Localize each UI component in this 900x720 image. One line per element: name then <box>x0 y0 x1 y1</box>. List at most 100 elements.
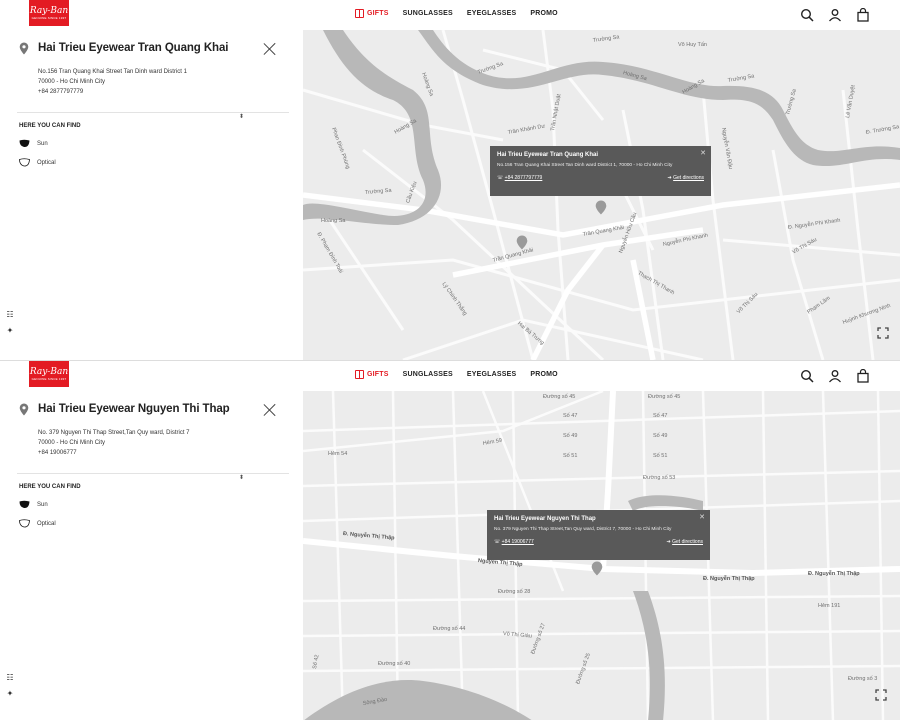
store-marker[interactable] <box>595 200 607 215</box>
rayban-logo[interactable]: Ray-Ban GENUINE SINCE 1937 <box>29 361 69 387</box>
street-label: Số 47 <box>563 413 578 419</box>
street-label: Số 47 <box>653 413 668 419</box>
street-label: Đường số 44 <box>433 626 466 632</box>
account-icon[interactable] <box>828 8 842 22</box>
popup-address: No.156 Tran Quang Khai Street Tan Dinh w… <box>497 163 673 168</box>
nav-item-promo[interactable]: PROMO <box>530 371 557 378</box>
popup-actions: ☏ +84 2877797779 ➔ Get directions <box>497 175 704 181</box>
rayban-logo[interactable]: Ray-Ban GENUINE SINCE 1937 <box>29 0 69 26</box>
map-view[interactable]: Trường Sa Trường Sa Trường Sa Hoàng Sa H… <box>303 30 900 360</box>
fullscreen-icon[interactable] <box>877 327 889 339</box>
street-label: Đ. Nguyễn Thị Thập <box>703 576 755 582</box>
popup-phone: +84 19006777 <box>501 539 534 545</box>
sunglasses-lens-icon <box>19 500 30 509</box>
get-directions-link[interactable]: ➔ Get directions <box>668 175 704 181</box>
street-label: Đường số 28 <box>498 589 531 595</box>
optical-lens-icon <box>19 519 30 528</box>
sparkle-icon[interactable]: ✦ <box>5 689 15 699</box>
category-sun: Sun <box>19 500 48 509</box>
popup-title: Hai Trieu Eyewear Tran Quang Khai <box>497 152 599 158</box>
side-tools: ☷ ✦ <box>5 310 17 336</box>
divider <box>17 473 289 474</box>
header-icons <box>800 8 870 22</box>
street-label: Đường số 3 <box>848 676 878 682</box>
store-info-popup: ✕ Hai Trieu Eyewear Tran Quang Khai No.1… <box>490 146 711 196</box>
main-nav: GIFTS SUNGLASSES EYEGLASSES PROMO <box>355 370 558 379</box>
location-pin-icon <box>19 403 29 416</box>
nav-item-gifts[interactable]: GIFTS <box>355 370 389 379</box>
account-icon[interactable] <box>828 369 842 383</box>
close-icon[interactable] <box>263 42 276 55</box>
street-label: Số 51 <box>563 453 578 459</box>
location-pin-icon <box>19 42 29 55</box>
street-label: Số 49 <box>653 433 668 439</box>
nav-item-eyeglasses[interactable]: EYEGLASSES <box>467 371 516 378</box>
category-label: Optical <box>37 520 56 527</box>
gift-icon <box>355 9 364 18</box>
popup-phone-link[interactable]: ☏ +84 19006777 <box>494 539 534 545</box>
divider <box>17 112 289 113</box>
sparkle-icon[interactable]: ✦ <box>5 326 15 336</box>
street-label: Số 51 <box>653 453 668 459</box>
store-marker[interactable] <box>591 561 603 576</box>
map-view[interactable]: Đường số 45 Đường số 45 Số 47 Số 47 Số 4… <box>303 391 900 720</box>
filter-icon[interactable]: ☷ <box>5 310 15 320</box>
main-nav: GIFTS SUNGLASSES EYEGLASSES PROMO <box>355 9 558 18</box>
street-label: Đ. Nguyễn Thị Thập <box>808 571 860 577</box>
nav-item-eyeglasses[interactable]: EYEGLASSES <box>467 10 516 17</box>
popup-close-icon[interactable]: ✕ <box>699 513 705 521</box>
site-header: Ray-Ban GENUINE SINCE 1937 GIFTS SUNGLAS… <box>0 0 900 30</box>
category-label: Sun <box>37 140 48 147</box>
street-label: Hẻm 191 <box>818 603 841 609</box>
resize-handle-icon[interactable]: ⬍ <box>239 474 244 481</box>
store-title: Hai Trieu Eyewear Nguyen Thi Thap <box>38 403 230 415</box>
street-label: Đường số 53 <box>643 475 676 481</box>
optical-lens-icon <box>19 158 30 167</box>
address-city: 70000 - Ho Chi Minh City <box>38 440 106 446</box>
nav-item-sunglasses[interactable]: SUNGLASSES <box>403 371 453 378</box>
address-city: 70000 - Ho Chi Minh City <box>38 79 106 85</box>
popup-actions: ☏ +84 19006777 ➔ Get directions <box>494 539 703 545</box>
popup-close-icon[interactable]: ✕ <box>700 149 706 157</box>
store-locator-screen-2: Ray-Ban GENUINE SINCE 1937 GIFTS SUNGLAS… <box>0 360 900 720</box>
get-directions-link[interactable]: ➔ Get directions <box>667 539 703 545</box>
header-icons <box>800 369 870 383</box>
brand-tagline: GENUINE SINCE 1937 <box>31 376 67 381</box>
side-tools: ☷ ✦ <box>5 673 17 699</box>
street-label: Số 49 <box>563 433 578 439</box>
resize-handle-icon[interactable]: ⬍ <box>239 113 244 120</box>
search-icon[interactable] <box>800 369 814 383</box>
address-line: No. 379 Nguyen Thi Thap Street,Tan Quy w… <box>38 430 190 436</box>
nav-label-gifts: GIFTS <box>367 10 389 17</box>
search-icon[interactable] <box>800 8 814 22</box>
shopping-bag-icon[interactable] <box>856 369 870 383</box>
sunglasses-lens-icon <box>19 139 30 148</box>
here-you-can-find-heading: HERE YOU CAN FIND <box>19 123 81 129</box>
nav-item-gifts[interactable]: GIFTS <box>355 9 389 18</box>
gift-icon <box>355 370 364 379</box>
popup-address: No. 379 Nguyen Thi Thap Street,Tan Quy w… <box>494 527 672 532</box>
category-optical: Optical <box>19 158 56 167</box>
store-marker[interactable] <box>516 235 528 250</box>
nav-item-promo[interactable]: PROMO <box>530 10 557 17</box>
nav-label-gifts: GIFTS <box>367 371 389 378</box>
brand-name: Ray-Ban <box>29 366 69 377</box>
get-directions-label: Get directions <box>672 539 703 545</box>
store-detail-panel: Hai Trieu Eyewear Nguyen Thi Thap No. 37… <box>0 391 303 720</box>
filter-icon[interactable]: ☷ <box>5 673 15 683</box>
category-label: Sun <box>37 501 48 508</box>
site-header: Ray-Ban GENUINE SINCE 1937 GIFTS SUNGLAS… <box>0 361 900 391</box>
fullscreen-icon[interactable] <box>875 689 887 701</box>
popup-phone: +84 2877797779 <box>504 175 543 181</box>
nav-item-sunglasses[interactable]: SUNGLASSES <box>403 10 453 17</box>
close-icon[interactable] <box>263 403 276 416</box>
street-label: Hoàng Sa <box>321 218 346 224</box>
store-title: Hai Trieu Eyewear Tran Quang Khai <box>38 42 229 54</box>
store-address: No. 379 Nguyen Thi Thap Street,Tan Quy w… <box>38 428 258 458</box>
store-phone[interactable]: +84 19006777 <box>38 448 258 458</box>
category-label: Optical <box>37 159 56 166</box>
popup-phone-link[interactable]: ☏ +84 2877797779 <box>497 175 542 181</box>
store-phone[interactable]: +84 2877797779 <box>38 87 258 97</box>
brand-tagline: GENUINE SINCE 1937 <box>31 15 67 20</box>
shopping-bag-icon[interactable] <box>856 8 870 22</box>
